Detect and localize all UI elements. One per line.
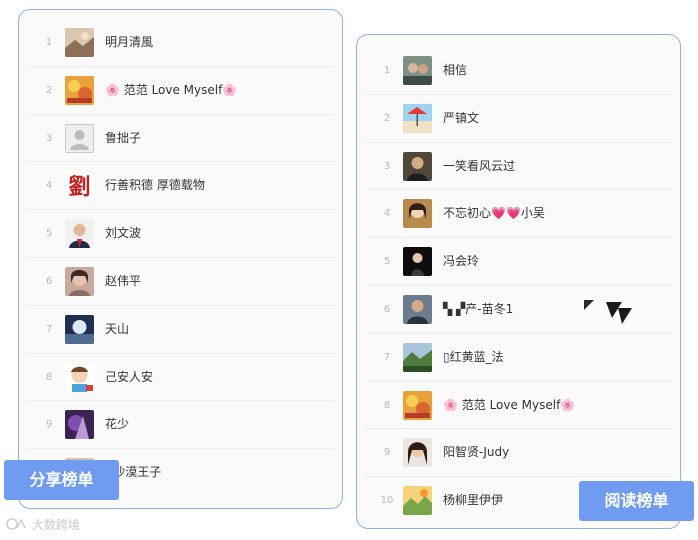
user-name: 杨柳里伊伊 <box>443 493 504 508</box>
list-item[interactable]: 1 明月清風 <box>27 19 334 67</box>
rank-number: 6 <box>383 303 391 315</box>
read-ranking-list: 1 相信 2 严镇文 3 一笑看风云过 4 不忘初心💗💗小吴 5 冯会玲 6 ▚ <box>357 47 680 525</box>
list-item[interactable]: 4 劉 行善积德 厚德载物 <box>27 162 334 211</box>
rank-number: 1 <box>383 65 391 76</box>
user-name: 🌸 范范 Love Myself🌸 <box>105 82 238 97</box>
user-name: 己安人安 <box>105 369 154 384</box>
list-item[interactable]: 9 花少 <box>27 401 334 450</box>
list-item[interactable]: 8 己安人安 <box>27 354 334 402</box>
list-item[interactable]: 2 🌸 范范 Love Myself🌸 <box>27 67 334 115</box>
user-name: 一笑看风云过 <box>443 158 516 173</box>
rank-number: 3 <box>45 132 53 144</box>
rank-number: 7 <box>45 323 53 335</box>
rank-number: 8 <box>383 399 391 411</box>
share-ranking-tab[interactable]: 分享榜单 <box>4 460 119 500</box>
food-avatar-icon <box>65 75 94 105</box>
share-ranking-list: 1 明月清風 2 🌸 范范 Love Myself🌸 3 鲁拙子 4 劉 行善积… <box>19 19 342 497</box>
food-avatar-icon <box>403 390 432 420</box>
user-name: 🌸 范范 Love Myself🌸 <box>443 397 576 412</box>
rank-number: 2 <box>45 84 53 96</box>
landscape-avatar-icon <box>65 28 94 57</box>
user-name: ▚ ▞产-苗冬1 <box>443 301 514 316</box>
list-item[interactable]: 1 相信 <box>365 47 672 95</box>
rank-number: 3 <box>383 160 391 172</box>
share-ranking-card: 1 明月清風 2 🌸 范范 Love Myself🌸 3 鲁拙子 4 劉 行善积… <box>18 9 343 509</box>
list-item[interactable]: 2 严镇文 <box>365 95 672 143</box>
portrait-avatar-icon <box>403 438 432 468</box>
glitch-artifact-icon <box>584 300 632 324</box>
user-name: 冯会玲 <box>443 254 480 269</box>
svg-text:劉: 劉 <box>68 174 90 200</box>
list-item[interactable]: 4 不忘初心💗💗小吴 <box>365 190 672 239</box>
rank-number: 5 <box>383 256 391 268</box>
user-name: 相信 <box>443 63 468 77</box>
list-item[interactable]: 5 刘文波 <box>27 210 334 258</box>
rank-number: 6 <box>45 275 53 287</box>
rank-number: 2 <box>383 112 391 124</box>
purple-avatar-icon <box>65 410 94 440</box>
landscape-avatar-icon <box>403 486 432 516</box>
landscape-avatar-icon <box>403 342 432 372</box>
portrait-avatar-icon <box>65 219 94 249</box>
rank-number: 10 <box>380 495 394 507</box>
calligraphy-avatar-icon: 劉 <box>65 171 94 201</box>
portrait-avatar-icon <box>403 294 432 324</box>
user-name: 花少 <box>105 417 130 432</box>
watermark-text: 大数跨境 <box>31 518 80 532</box>
user-name: 刘文波 <box>105 226 142 241</box>
list-item[interactable]: 5 冯会玲 <box>365 238 672 286</box>
portrait-avatar-icon <box>403 56 432 85</box>
user-name: ▯红黄蓝_法 <box>443 349 504 364</box>
list-item[interactable]: 7 天山 <box>27 306 334 354</box>
list-item[interactable]: 3 一笑看风云过 <box>365 143 672 191</box>
read-ranking-tab[interactable]: 阅读榜单 <box>579 481 694 521</box>
cartoon-avatar-icon <box>65 362 94 392</box>
rank-number: 4 <box>45 180 53 192</box>
rank-number: 7 <box>383 351 391 363</box>
list-item[interactable]: 9 阳智贤-Judy <box>365 429 672 478</box>
user-name: 明月清風 <box>105 35 154 49</box>
list-item[interactable]: 6 赵伟平 <box>27 258 334 306</box>
rank-number: 8 <box>45 371 53 383</box>
portrait-avatar-icon <box>403 199 432 229</box>
portrait-avatar-icon <box>65 266 94 296</box>
user-name: 阳智贤-Judy <box>443 445 510 460</box>
watermark: 大数跨境 <box>6 516 80 533</box>
rank-number: 9 <box>45 419 53 431</box>
rank-number: 5 <box>45 228 53 240</box>
moon-avatar-icon <box>65 314 94 344</box>
dark-avatar-icon <box>403 247 432 277</box>
user-name: 鲁拙子 <box>105 130 142 145</box>
user-name: 天山 <box>105 321 130 336</box>
read-ranking-card: 1 相信 2 严镇文 3 一笑看风云过 4 不忘初心💗💗小吴 5 冯会玲 6 ▚ <box>356 34 681 529</box>
user-name: 赵伟平 <box>105 273 142 288</box>
list-item[interactable]: 3 鲁拙子 <box>27 115 334 163</box>
user-name: 行善积德 厚德载物 <box>105 178 205 193</box>
user-name: 严镇文 <box>443 110 480 125</box>
user-name: 不忘初心💗💗小吴 <box>443 206 545 221</box>
list-item[interactable]: 7 ▯红黄蓝_法 <box>365 334 672 382</box>
rank-number: 4 <box>383 208 391 220</box>
brand-logo-icon <box>6 518 26 530</box>
portrait-avatar-icon <box>403 151 432 181</box>
list-item[interactable]: 8 🌸 范范 Love Myself🌸 <box>365 382 672 430</box>
beach-avatar-icon <box>403 103 432 133</box>
rank-number: 9 <box>383 447 391 459</box>
default-user-avatar-icon <box>65 123 94 153</box>
rank-number: 1 <box>45 37 53 48</box>
